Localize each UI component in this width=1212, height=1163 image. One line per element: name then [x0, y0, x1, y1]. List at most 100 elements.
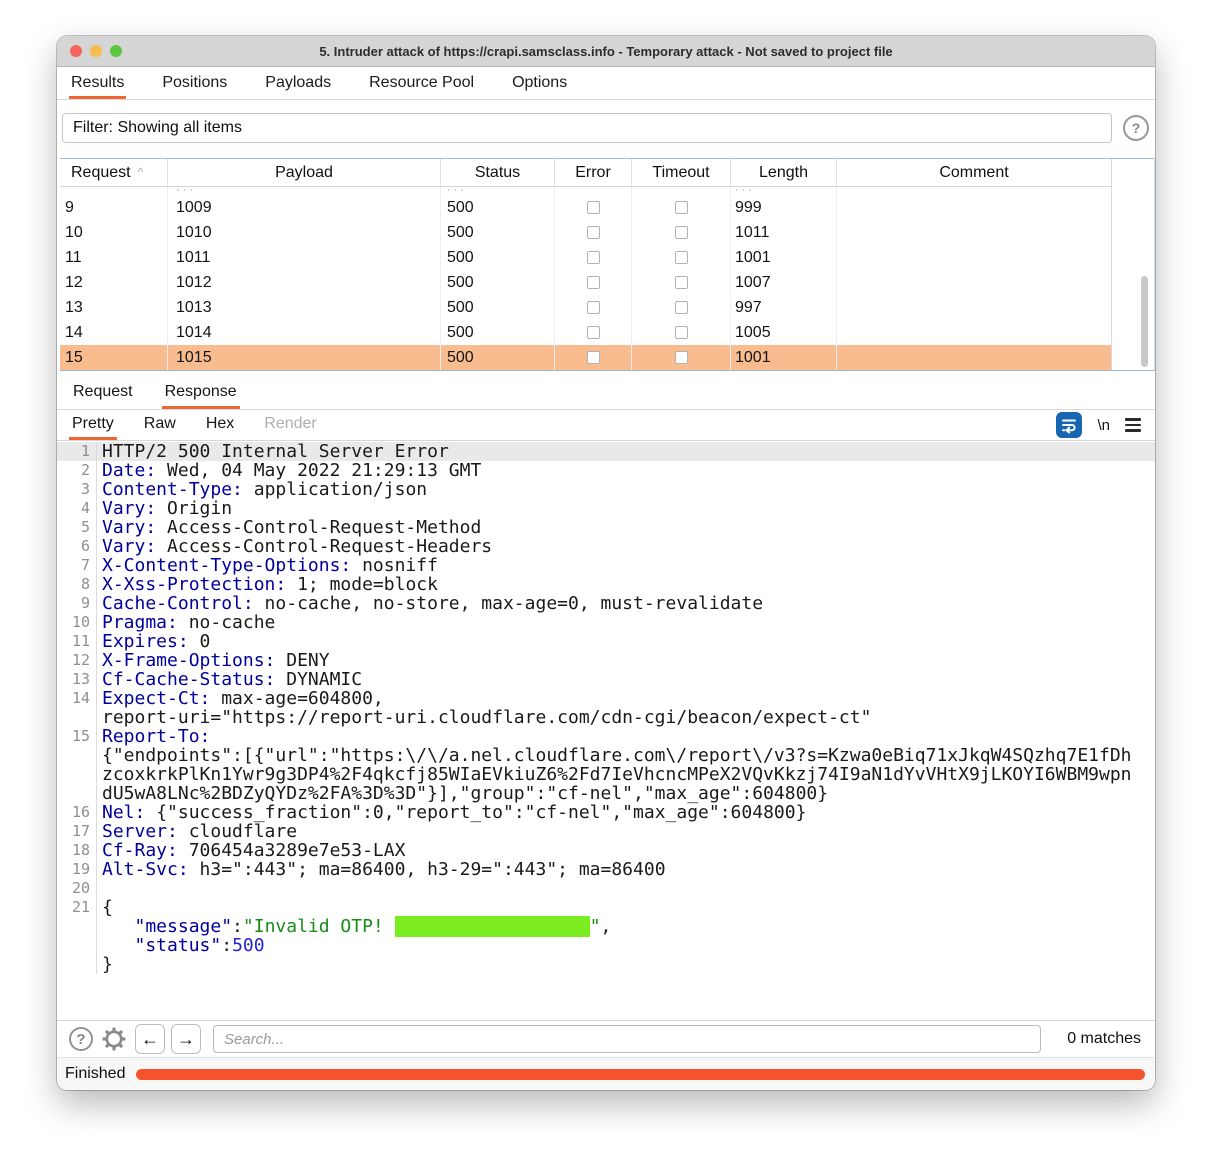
tab-resource-pool[interactable]: Resource Pool: [367, 67, 476, 99]
table-row[interactable]: 14 1014 500 1005: [60, 320, 1111, 345]
minimize-button[interactable]: [90, 45, 102, 57]
code-segment: "status": [102, 935, 222, 956]
next-match-button[interactable]: →: [171, 1024, 201, 1054]
timeout-checkbox[interactable]: [674, 251, 688, 264]
code-segment: Access-Control-Request-Headers: [156, 536, 493, 557]
table-row[interactable]: 9 1009 500 999: [60, 195, 1111, 220]
error-checkbox[interactable]: [586, 326, 600, 339]
cell-payload: 1012: [168, 270, 441, 295]
col-header-timeout[interactable]: Timeout: [632, 159, 731, 186]
error-checkbox[interactable]: [586, 251, 600, 264]
error-checkbox[interactable]: [586, 301, 600, 314]
progress-bar: [136, 1068, 1145, 1080]
cell-comment: [837, 345, 1111, 370]
code-segment: Vary:: [102, 536, 157, 557]
editor-line: 14 Expect-Ct: max-age=604800,: [57, 689, 1155, 708]
tab-options[interactable]: Options: [510, 67, 569, 99]
subtab-pretty[interactable]: Pretty: [69, 410, 117, 440]
editor-line: 19 Alt-Svc: h3=":443"; ma=86400, h3-29=":…: [57, 860, 1155, 879]
cell-comment: [837, 195, 1111, 220]
filter-help-icon[interactable]: ?: [1123, 115, 1149, 141]
find-help-icon[interactable]: ?: [69, 1027, 93, 1051]
col-header-error[interactable]: Error: [555, 159, 632, 186]
tab-response[interactable]: Response: [161, 375, 240, 409]
col-header-payload[interactable]: Payload: [168, 159, 441, 186]
subtab-raw[interactable]: Raw: [141, 410, 179, 440]
col-header-status[interactable]: Status: [441, 159, 555, 186]
cell-length: 1005: [731, 320, 837, 345]
line-number: 16: [57, 803, 97, 822]
timeout-checkbox[interactable]: [674, 351, 688, 364]
search-input[interactable]: [213, 1025, 1041, 1053]
code-line: Expect-Ct: max-age=604800,: [97, 689, 384, 708]
clipped-text: ···: [447, 187, 467, 195]
timeout-checkbox[interactable]: [674, 226, 688, 239]
error-checkbox[interactable]: [586, 351, 600, 364]
timeout-checkbox[interactable]: [674, 301, 688, 314]
code-segment: DENY: [275, 650, 330, 671]
gear-icon: [102, 1027, 126, 1051]
cell-timeout: [632, 270, 731, 295]
code-line: Report-To:: [97, 727, 210, 746]
zoom-button[interactable]: [110, 45, 122, 57]
view-mode-bar: Pretty Raw Hex Render \n: [57, 410, 1155, 441]
code-segment: {"success_fraction":0,"report_to":"cf-ne…: [145, 802, 807, 823]
line-number: 13: [57, 670, 97, 689]
line-number: 15: [57, 727, 97, 746]
table-row[interactable]: 10 1010 500 1011: [60, 220, 1111, 245]
attack-status-label: Finished: [65, 1065, 126, 1082]
line-number: [57, 955, 97, 974]
previous-match-button[interactable]: ←: [135, 1024, 165, 1054]
table-row[interactable]: 11 1011 500 1001: [60, 245, 1111, 270]
timeout-checkbox[interactable]: [674, 201, 688, 214]
timeout-checkbox[interactable]: [674, 276, 688, 289]
line-number: 1: [57, 442, 97, 461]
error-checkbox[interactable]: [586, 226, 600, 239]
cell-status: 500: [441, 320, 555, 345]
clipped-text: ···: [735, 187, 755, 195]
settings-button[interactable]: [101, 1026, 127, 1052]
cell-request: 10: [60, 220, 168, 245]
code-segment: "message": [102, 916, 233, 937]
code-segment: Alt-Svc:: [102, 859, 189, 880]
table-scrollbar[interactable]: [1141, 276, 1148, 367]
table-row[interactable]: 12 1012 500 1007: [60, 270, 1111, 295]
word-wrap-button[interactable]: [1056, 412, 1083, 438]
newline-toggle[interactable]: \n: [1097, 417, 1110, 434]
editor-line: 8 X-Xss-Protection: 1; mode=block: [57, 575, 1155, 594]
filter-bar[interactable]: Filter: Showing all items: [62, 113, 1112, 143]
cell-request: 13: [60, 295, 168, 320]
intruder-window: 5. Intruder attack of https://crapi.sams…: [57, 36, 1155, 1090]
table-header: Request ^ Payload Status Error Timeout L…: [60, 159, 1111, 187]
col-header-length[interactable]: Length: [731, 159, 837, 186]
tab-positions[interactable]: Positions: [160, 67, 229, 99]
line-number: 12: [57, 651, 97, 670]
code-line: Vary: Access-Control-Request-Method: [97, 518, 481, 537]
subtab-hex[interactable]: Hex: [203, 410, 237, 440]
tab-results[interactable]: Results: [69, 67, 127, 99]
table-row[interactable]: 15 1015 500 1001: [60, 345, 1111, 370]
close-button[interactable]: [70, 45, 82, 57]
code-line: dU5wA8LNc%2BDZyQYDz%2FA%3D%3D"}],"group"…: [97, 784, 828, 803]
code-line: "message":"Invalid OTP! ",: [97, 916, 611, 937]
editor-toolbar: \n: [1056, 410, 1141, 440]
tab-payloads[interactable]: Payloads: [263, 67, 333, 99]
editor-line: "status":500: [57, 936, 1155, 955]
tab-request[interactable]: Request: [70, 375, 136, 409]
line-number: 3: [57, 480, 97, 499]
cell-status: 500: [441, 195, 555, 220]
editor-line: 17 Server: cloudflare: [57, 822, 1155, 841]
timeout-checkbox[interactable]: [674, 326, 688, 339]
line-number: [57, 708, 97, 727]
col-header-comment[interactable]: Comment: [837, 159, 1111, 186]
error-checkbox[interactable]: [586, 276, 600, 289]
col-header-request[interactable]: Request ^: [60, 159, 168, 186]
editor-line: 20: [57, 879, 1155, 898]
response-editor[interactable]: 1 HTTP/2 500 Internal Server Error 2 Date: …: [57, 441, 1155, 1021]
editor-menu-button[interactable]: [1125, 418, 1141, 432]
table-row[interactable]: 13 1013 500 997: [60, 295, 1111, 320]
code-line: "status":500: [97, 936, 265, 955]
line-number: 11: [57, 632, 97, 651]
error-checkbox[interactable]: [586, 201, 600, 214]
